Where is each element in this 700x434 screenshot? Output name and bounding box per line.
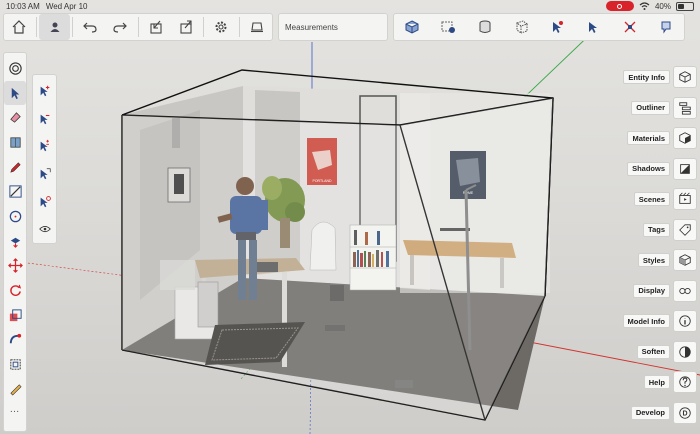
scan-model[interactable]: PORTLAND ROME (0, 0, 700, 434)
tags-icon[interactable] (673, 218, 697, 241)
scenes-icon[interactable] (673, 188, 697, 210)
entity-info-icon[interactable] (673, 66, 697, 88)
battery-percent: 40% (654, 1, 671, 11)
select-subtract-icon[interactable] (33, 105, 56, 133)
panel-label-develop[interactable]: Develop (630, 405, 670, 420)
wifi-icon (639, 2, 650, 10)
settings-gear-icon[interactable] (206, 14, 236, 40)
panel-label-shadows[interactable]: Shadows (627, 161, 670, 176)
select-lasso-icon[interactable] (33, 160, 56, 188)
status-date: Wed Apr 10 (45, 1, 88, 11)
paint-bucket-icon[interactable] (4, 130, 26, 155)
3d-viewport[interactable]: PORTLAND ROME (0, 0, 700, 434)
select-icon[interactable] (4, 80, 26, 106)
select-clear-icon[interactable] (33, 188, 56, 216)
battery-icon (676, 1, 694, 11)
styles-icon[interactable] (673, 249, 697, 271)
select-remove-icon[interactable] (541, 14, 573, 40)
account-icon[interactable] (39, 14, 70, 40)
rectangle-icon[interactable] (4, 179, 26, 204)
explode-icon[interactable] (614, 14, 646, 40)
select-all-icon[interactable] (33, 215, 56, 243)
redo-icon[interactable] (105, 14, 135, 40)
eraser-icon[interactable] (4, 105, 26, 130)
select-intersect-icon[interactable] (577, 14, 609, 40)
status-bar: 10:03 AM Wed Apr 10 40% (0, 0, 700, 12)
view-settings-icon[interactable] (242, 14, 272, 40)
follow-me-icon[interactable] (4, 328, 26, 353)
panel-label-scenes[interactable]: Scenes (633, 192, 670, 206)
panel-label-display[interactable]: Display (633, 283, 670, 298)
scale-icon[interactable] (4, 303, 26, 328)
import-icon[interactable] (140, 14, 170, 40)
main-toolbar (3, 13, 273, 41)
panel-label-tags[interactable]: Tags (643, 222, 670, 237)
model-info-icon[interactable] (673, 310, 697, 332)
svg-text:D: D (682, 410, 687, 417)
extension-icon[interactable] (650, 14, 682, 40)
panel-label-entity-info[interactable]: Entity Info (623, 70, 670, 84)
home-icon[interactable] (4, 14, 34, 40)
component-icon[interactable] (432, 14, 464, 40)
hidden-geometry-icon[interactable] (505, 14, 537, 40)
move-icon[interactable] (4, 254, 26, 279)
push-pull-icon[interactable] (4, 229, 26, 254)
circle-icon[interactable] (4, 204, 26, 229)
iso-view-icon[interactable] (396, 14, 428, 40)
tape-measure-icon[interactable] (4, 377, 26, 402)
measurements-box[interactable]: Measurements (278, 13, 388, 41)
screen-recording-indicator[interactable] (605, 1, 634, 11)
view-toolbar (393, 13, 685, 41)
tool-palette: … (3, 52, 27, 432)
select-subtool-palette (32, 74, 57, 244)
select-add-icon[interactable] (33, 77, 56, 105)
panel-label-soften[interactable]: Soften (636, 344, 670, 359)
panel-label-model-info[interactable]: Model Info (622, 314, 670, 328)
display-icon[interactable] (673, 279, 697, 302)
solid-icon[interactable] (469, 14, 501, 40)
panel-label-styles[interactable]: Styles (637, 253, 670, 267)
export-icon[interactable] (171, 14, 201, 40)
orbit-icon[interactable] (4, 56, 26, 81)
offset-icon[interactable] (4, 352, 26, 377)
rotate-icon[interactable] (4, 278, 26, 303)
panel-label-help[interactable]: Help (643, 375, 670, 389)
outliner-icon[interactable] (673, 96, 697, 119)
status-time: 10:03 AM (6, 1, 40, 11)
measurements-label: Measurements (285, 22, 338, 32)
more-tools-icon[interactable]: … (10, 404, 21, 415)
undo-icon[interactable] (75, 14, 105, 40)
develop-icon[interactable]: D (673, 401, 697, 424)
panel-label-outliner[interactable]: Outliner (631, 100, 670, 115)
materials-icon[interactable] (673, 127, 697, 149)
select-toggle-icon[interactable] (33, 132, 56, 160)
pencil-icon[interactable] (4, 155, 26, 180)
panel-label-materials[interactable]: Materials (627, 131, 670, 145)
shadows-icon[interactable] (673, 157, 697, 180)
soften-icon[interactable] (673, 340, 697, 363)
help-icon[interactable] (673, 371, 697, 393)
